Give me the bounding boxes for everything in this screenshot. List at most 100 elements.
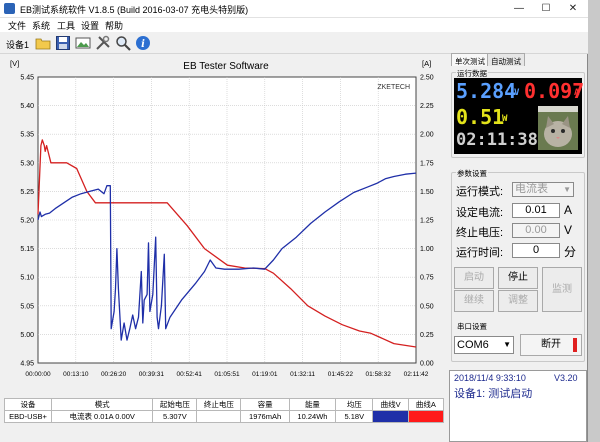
table-header-cell: 设备	[3, 398, 53, 411]
left-axis-unit: [V]	[10, 59, 19, 68]
y2-tick-label: 0.75	[420, 275, 434, 282]
y-tick-label: 4.95	[20, 361, 34, 368]
y2-tick-label: 1.75	[420, 160, 434, 167]
port-select[interactable]: COM6 ▼	[454, 336, 514, 354]
y-tick-label: 5.20	[20, 218, 34, 225]
voltage-unit: V	[514, 88, 520, 98]
y2-tick-label: 0.00	[420, 361, 434, 368]
table-row[interactable]: EBD-USB+ 电流表 0.01A 0.00V 5.307V 1976mAh …	[3, 410, 445, 423]
x-tick-label: 00:26:20	[101, 371, 127, 378]
menu-settings[interactable]: 设置	[81, 19, 99, 32]
y-tick-label: 5.30	[20, 160, 34, 167]
chevron-down-icon: ▼	[503, 340, 511, 349]
elapsed-time-readout: 02:11:38	[456, 130, 538, 150]
y2-tick-label: 0.50	[420, 303, 434, 310]
table-header-cell: 能量	[288, 398, 337, 411]
port-select-value: COM6	[457, 339, 489, 351]
disconnect-button[interactable]: 断开	[520, 334, 582, 356]
disconnect-label: 断开	[541, 339, 561, 350]
table-cell-start-voltage: 5.307V	[152, 410, 198, 423]
control-panel: 单次测试 自动测试 运行数据 5.284 V 0.097 A 0.51 W 02…	[449, 52, 587, 442]
mode-select-value: 电流表	[515, 183, 548, 195]
table-header-cell: 曲线A	[407, 398, 445, 411]
x-axis-ticks: 00:00:00 00:13:10 00:26:20 00:39:31 00:52:41…	[25, 371, 428, 378]
tools-icon[interactable]	[95, 35, 111, 51]
status-datetime: 2018/11/4 9:33:10	[454, 373, 526, 383]
tab-auto-test[interactable]: 自动测试	[487, 53, 525, 66]
table-cell-mode: 电流表 0.01A 0.00V	[51, 410, 154, 423]
window-title: EB测试系统软件 V1.8.5 (Build 2016-03-07 充电头特别版…	[20, 5, 249, 15]
table-header-cell: 容量	[240, 398, 290, 411]
chevron-down-icon: ▼	[563, 185, 571, 194]
right-axis-unit: [A]	[422, 59, 431, 68]
result-table: 设备 模式 起始电压 终止电压 容量 能量 均压 曲线V 曲线A EBD-USB…	[3, 398, 445, 423]
param-settings-group: 参数设置 运行模式: 电流表 ▼ 设定电流: 0.01 A 终止电压: 0.00…	[451, 168, 585, 362]
y-tick-label: 5.05	[20, 303, 34, 310]
table-header-cell: 曲线V	[372, 398, 409, 411]
table-header-cell: 起始电压	[152, 398, 198, 411]
save-icon[interactable]	[55, 35, 71, 51]
y-axis-ticks: 5.45 5.40 5.35 5.30 5.25 5.20 5.15 5.10 5.05 5.00…	[20, 75, 34, 368]
menu-tools[interactable]: 工具	[57, 19, 75, 32]
y2-tick-label: 2.50	[420, 75, 434, 82]
stop-voltage-unit: V	[564, 223, 573, 237]
app-icon	[4, 3, 15, 14]
stop-button[interactable]: 停止	[498, 267, 538, 289]
monitor-button[interactable]: 监测	[542, 267, 582, 312]
minimize-icon[interactable]: —	[508, 1, 530, 16]
menu-system[interactable]: 系统	[32, 19, 50, 32]
open-folder-icon[interactable]	[35, 35, 51, 51]
table-cell-curve-a-swatch[interactable]	[407, 410, 445, 423]
table-header-cell: 均压	[335, 398, 374, 411]
port-settings-title: 串口设置	[456, 321, 488, 332]
run-time-label: 运行时间:	[456, 247, 504, 259]
zoom-icon[interactable]	[115, 35, 131, 51]
table-cell-capacity: 1976mAh	[240, 410, 290, 423]
lcd-display: 5.284 V 0.097 A 0.51 W 02:11:38	[454, 78, 584, 154]
close-icon[interactable]: ✕	[562, 1, 584, 16]
power-unit: W	[502, 114, 508, 124]
table-cell-device: EBD-USB+	[3, 410, 53, 423]
run-data-group: 运行数据 5.284 V 0.097 A 0.51 W 02:11:38	[451, 68, 585, 158]
y2-tick-label: 0.25	[420, 332, 434, 339]
y2-tick-label: 2.00	[420, 132, 434, 139]
x-tick-label: 01:05:51	[214, 371, 240, 378]
x-tick-label: 01:32:11	[290, 371, 315, 378]
current-label: 设定电流:	[456, 207, 504, 219]
title-bar: EB测试系统软件 V1.8.5 (Build 2016-03-07 充电头特别版…	[0, 0, 588, 18]
x-tick-label: 00:39:31	[139, 371, 165, 378]
y-tick-label: 5.45	[20, 75, 34, 82]
menu-file[interactable]: 文件	[8, 19, 26, 32]
tab-single-test[interactable]: 单次测试	[451, 53, 489, 66]
x-tick-label: 00:52:41	[177, 371, 203, 378]
mode-select[interactable]: 电流表 ▼	[512, 182, 574, 197]
run-time-input[interactable]: 0	[512, 243, 560, 258]
current-set-unit: A	[564, 203, 573, 217]
status-box: 2018/11/4 9:33:10 V3.20 设备1: 测试启动	[449, 370, 587, 442]
param-settings-title: 参数设置	[456, 168, 488, 179]
continue-button[interactable]: 继续	[454, 290, 494, 312]
info-icon[interactable]: i	[135, 35, 151, 51]
status-device: 设备1: 测试启动	[454, 388, 533, 400]
mode-label: 运行模式:	[456, 186, 504, 198]
export-image-icon[interactable]	[75, 35, 91, 51]
menu-bar: 文件 系统 工具 设置 帮助	[0, 18, 588, 32]
table-cell-stop-voltage	[196, 410, 242, 423]
panel-tabs: 单次测试 自动测试	[449, 52, 587, 66]
power-readout: 0.51	[456, 105, 505, 129]
maximize-icon[interactable]: ☐	[535, 1, 557, 16]
table-header-cell: 终止电压	[196, 398, 242, 411]
y-tick-label: 5.25	[20, 189, 34, 196]
stop-voltage-input[interactable]: 0.00	[512, 223, 560, 238]
app-window: EB测试系统软件 V1.8.5 (Build 2016-03-07 充电头特别版…	[0, 0, 588, 442]
y2-axis-ticks: 2.50 2.25 2.00 1.75 1.50 1.25 1.00 0.75 0.50 0.25…	[420, 75, 434, 368]
start-button[interactable]: 启动	[454, 267, 494, 289]
menu-help[interactable]: 帮助	[105, 19, 123, 32]
table-cell-curve-v-swatch[interactable]	[372, 410, 409, 423]
current-input[interactable]: 0.01	[512, 203, 560, 218]
device-selector[interactable]: 设备1	[6, 38, 29, 51]
adjust-button[interactable]: 调整	[498, 290, 538, 312]
table-header-cell: 模式	[51, 398, 154, 411]
x-tick-label: 00:00:00	[25, 371, 51, 378]
stop-voltage-label: 终止电压:	[456, 227, 504, 239]
